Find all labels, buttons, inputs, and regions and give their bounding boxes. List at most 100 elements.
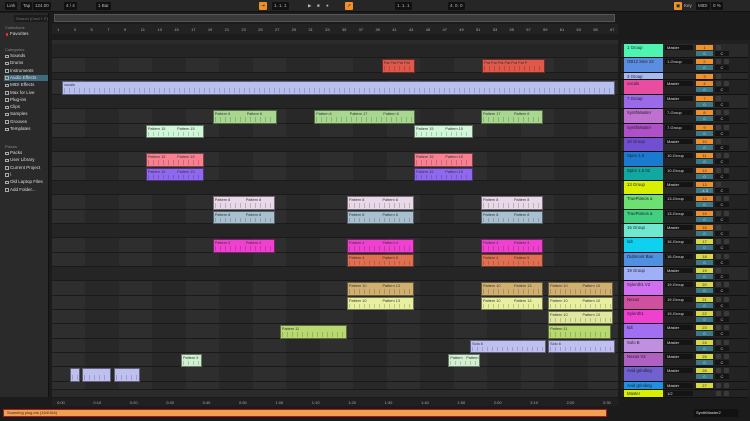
track-activator-button[interactable]: 25: [696, 354, 713, 359]
track-header[interactable]: TruePianos a 13-Group 14 0 C: [621, 195, 748, 210]
track-activator-button[interactable]: 21: [696, 297, 713, 302]
track-volume[interactable]: 0: [696, 202, 713, 207]
track-output-routing[interactable]: 19-Group: [665, 311, 693, 316]
track-output-routing[interactable]: Master: [665, 268, 693, 273]
track-lane[interactable]: [52, 224, 618, 238]
arm-button[interactable]: [724, 239, 729, 244]
loop-length[interactable]: 4. 0. 0: [448, 2, 465, 10]
clip[interactable]: Pattern 4 Pattern 4: [212, 238, 275, 253]
track-lane[interactable]: [52, 124, 618, 138]
track-header[interactable]: Spire 1.5 02 10-Group 12 0 C: [621, 167, 748, 181]
track-lane[interactable]: [52, 353, 618, 367]
solo-button[interactable]: [716, 282, 721, 287]
track-name[interactable]: 7 Group: [624, 95, 663, 108]
track-output-routing[interactable]: 16-Group: [665, 254, 693, 259]
track-pan[interactable]: C: [715, 202, 729, 207]
loop-start[interactable]: 1. 1. 1: [395, 2, 412, 10]
category-plug-ins[interactable]: Plug-ins: [4, 97, 48, 104]
solo-button[interactable]: [716, 254, 721, 259]
arm-button[interactable]: [724, 340, 729, 345]
clip[interactable]: Pattern 15 Pattern 15: [145, 152, 205, 167]
arm-button[interactable]: [724, 311, 729, 316]
track-volume[interactable]: 0: [696, 317, 713, 322]
track-pan[interactable]: C: [715, 346, 729, 351]
track-name[interactable]: Spire 1.5 02: [624, 167, 663, 180]
track-activator-button[interactable]: 16: [696, 225, 713, 230]
track-header[interactable]: Avid grinding Master 27: [621, 382, 748, 390]
track-name[interactable]: Dubmont Bas: [624, 253, 663, 266]
track-header[interactable]: SynthMaster 7-Group 8 0 C: [621, 109, 748, 124]
track-output-routing[interactable]: Master: [665, 96, 693, 101]
track-pan[interactable]: C: [715, 303, 729, 308]
track-volume[interactable]: 0: [696, 360, 713, 365]
clip[interactable]: Pattern 8 Pattern 8: [346, 210, 414, 224]
track-pan[interactable]: C: [715, 188, 729, 193]
place-item[interactable]: Old Laptop Files: [4, 179, 48, 186]
beat-time-ruler[interactable]: 1 3 5 7 9 11 13 15 17 19 21 23 25 27 29 31 33 35 37 39 41 43 4…: [52, 24, 618, 34]
track-name[interactable]: kdt: [624, 238, 663, 252]
track-activator-button[interactable]: 3: [696, 74, 713, 79]
track-lane[interactable]: [52, 95, 618, 109]
track-name[interactable]: OB12 Sine 22: [624, 58, 663, 72]
track-lane[interactable]: [52, 267, 618, 281]
place-item[interactable]: \: [4, 172, 48, 179]
track-header[interactable]: 1 Group Master 1 0 C: [621, 44, 748, 58]
solo-button[interactable]: [716, 125, 721, 130]
track-pan[interactable]: C: [715, 102, 729, 107]
track-volume[interactable]: 0: [696, 260, 713, 265]
track-activator-button[interactable]: 14: [696, 196, 713, 201]
track-pan[interactable]: C: [715, 65, 729, 70]
solo-button[interactable]: [716, 45, 721, 50]
track-activator-button[interactable]: 2: [696, 59, 713, 64]
meter-field[interactable]: 4 / 4: [64, 2, 77, 10]
track-header[interactable]: Master 1/2: [621, 390, 748, 398]
track-output-routing[interactable]: 10-Group: [665, 153, 693, 158]
track-header[interactable]: Dubmont Bas 16-Group 18 0 C: [621, 253, 748, 267]
arm-button[interactable]: [724, 81, 729, 86]
track-volume[interactable]: 0: [696, 159, 713, 164]
track-output-routing[interactable]: Master: [665, 225, 693, 230]
midi-map-button[interactable]: MIDI: [696, 2, 710, 10]
track-output-routing[interactable]: Master: [665, 354, 693, 359]
clip[interactable]: Pat Pat Pat Pat: [381, 58, 416, 73]
clip[interactable]: Pattern 10 Pattern 13: [346, 281, 414, 296]
clip[interactable]: Pattern 15 Pattern 15: [145, 124, 205, 138]
clip[interactable]: [82, 367, 111, 382]
track-output-routing[interactable]: 7-Group: [665, 110, 693, 115]
track-name[interactable]: kdt: [624, 324, 663, 338]
track-output-routing[interactable]: 7-Group: [665, 125, 693, 130]
solo-button[interactable]: [716, 182, 721, 187]
track-lane[interactable]: [52, 181, 618, 195]
arrangement-overview[interactable]: [54, 14, 615, 22]
track-pan[interactable]: C: [715, 174, 729, 179]
track-volume[interactable]: 0: [696, 288, 713, 293]
track-output-routing[interactable]: 19-Group: [665, 297, 693, 302]
track-lane[interactable]: [52, 138, 618, 152]
collection-favorites[interactable]: Favorites: [4, 31, 48, 38]
track-pan[interactable]: C: [715, 360, 729, 365]
track-name[interactable]: 1 Group: [624, 44, 663, 57]
place-item[interactable]: Current Project: [4, 165, 48, 172]
track-output-routing[interactable]: 13-Group: [665, 211, 693, 216]
clip[interactable]: Pattern 10 Pattern 10: [548, 296, 613, 310]
track-activator-button[interactable]: 22: [696, 311, 713, 316]
song-position[interactable]: 1. 1. 1: [272, 2, 289, 10]
record-icon[interactable]: ●: [324, 2, 331, 10]
track-output-routing[interactable]: 13-Group: [665, 196, 693, 201]
track-pan[interactable]: C: [715, 217, 729, 222]
track-output-routing[interactable]: 1/2: [665, 391, 693, 396]
solo-button[interactable]: [716, 74, 721, 79]
play-icon[interactable]: ▶: [306, 2, 313, 10]
clip[interactable]: Pattern 11: [548, 324, 611, 339]
track-lane[interactable]: [52, 167, 618, 181]
track-header[interactable]: 3 Group 3: [621, 73, 748, 80]
arm-button[interactable]: [724, 168, 729, 173]
track-activator-button[interactable]: 15: [696, 211, 713, 216]
place-item[interactable]: Add Folder...: [4, 187, 48, 194]
clip[interactable]: Pattern 15 Pattern 15: [413, 167, 473, 181]
track-pan[interactable]: C: [715, 87, 729, 92]
track-volume[interactable]: 0: [696, 245, 713, 250]
solo-button[interactable]: [716, 340, 721, 345]
track-pan[interactable]: C: [715, 317, 729, 322]
track-lane[interactable]: [52, 152, 618, 167]
